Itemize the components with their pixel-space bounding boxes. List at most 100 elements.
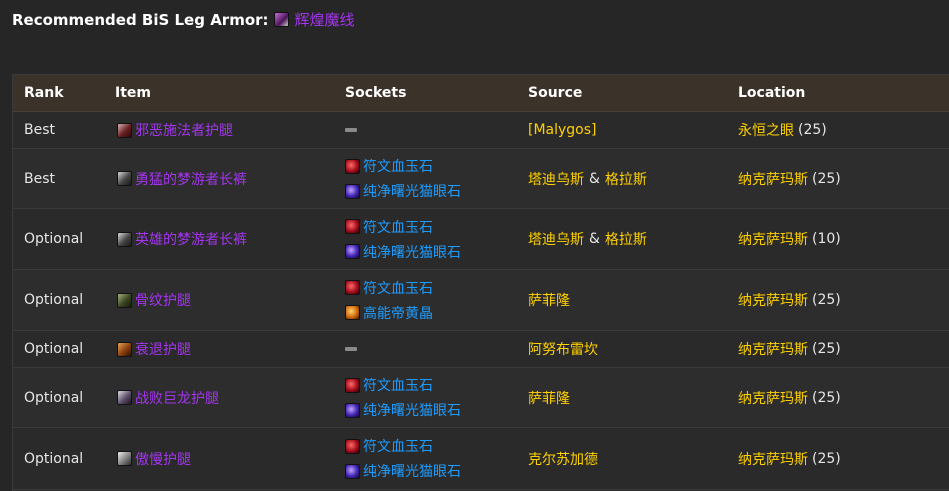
table-row: Optional 傲慢护腿 符文血玉石 纯净曙光猫眼石 克尔苏加德 纳克萨玛斯(… bbox=[13, 428, 949, 490]
rank-cell: Optional bbox=[24, 331, 83, 367]
gem-link[interactable]: 纯净曙光猫眼石 bbox=[363, 181, 461, 201]
item-link[interactable]: 邪恶施法者护腿 bbox=[135, 120, 233, 140]
arrogance-leggings-icon[interactable] bbox=[117, 451, 132, 466]
location-size: (25) bbox=[812, 389, 841, 406]
rank-cell: Best bbox=[24, 149, 55, 208]
table-row: Best 邪恶施法者护腿 [Malygos] 永恒之眼 (25) bbox=[13, 112, 949, 149]
ampersand: & bbox=[589, 231, 600, 247]
location-link[interactable]: 纳克萨玛斯 bbox=[738, 339, 808, 359]
rank-text: Optional bbox=[24, 341, 84, 357]
rank-text: Best bbox=[24, 122, 56, 138]
red-gem-icon[interactable] bbox=[345, 377, 360, 393]
source-cell: 塔迪乌斯 & 格拉斯 bbox=[528, 149, 647, 208]
sockets-cell: 符文血玉石 纯净曙光猫眼石 bbox=[345, 428, 461, 489]
source-link[interactable]: 阿努布雷坎 bbox=[528, 339, 598, 359]
location-size: (25) bbox=[812, 450, 841, 467]
location-link[interactable]: 纳克萨玛斯 bbox=[738, 449, 808, 469]
sockets-cell: 符文血玉石 纯净曙光猫眼石 bbox=[345, 368, 461, 427]
source-link[interactable]: 萨菲隆 bbox=[528, 290, 570, 310]
heading-label: Recommended BiS Leg Armor: bbox=[12, 10, 269, 29]
location-size: (25) bbox=[798, 122, 827, 138]
gem-link[interactable]: 符文血玉石 bbox=[363, 217, 433, 237]
gem-link[interactable]: 符文血玉石 bbox=[363, 156, 433, 176]
item-cell: 战败巨龙护腿 bbox=[117, 368, 219, 427]
no-sockets-dash bbox=[345, 128, 357, 132]
location-link[interactable]: 纳克萨玛斯 bbox=[738, 388, 808, 408]
item-link[interactable]: 战败巨龙护腿 bbox=[135, 388, 219, 408]
purple-gem-icon[interactable] bbox=[345, 463, 360, 479]
item-link[interactable]: 衰退护腿 bbox=[135, 339, 191, 359]
item-link[interactable]: 英雄的梦游者长裤 bbox=[135, 229, 247, 249]
location-size: (10) bbox=[812, 231, 841, 247]
pants-icon[interactable] bbox=[117, 171, 132, 186]
source-link[interactable]: 克尔苏加德 bbox=[528, 449, 598, 469]
location-link[interactable]: 纳克萨玛斯 bbox=[738, 229, 808, 249]
rank-text: Optional bbox=[24, 231, 84, 247]
purple-gem-icon[interactable] bbox=[345, 402, 360, 418]
red-gem-icon[interactable] bbox=[345, 158, 360, 174]
gem-link[interactable]: 符文血玉石 bbox=[363, 278, 433, 298]
source-link-2[interactable]: 格拉斯 bbox=[605, 169, 647, 189]
red-gem-icon[interactable] bbox=[345, 438, 360, 454]
item-cell: 勇猛的梦游者长裤 bbox=[117, 149, 247, 208]
source-link[interactable]: 塔迪乌斯 bbox=[528, 169, 584, 189]
gem-link[interactable]: 高能帝黄晶 bbox=[363, 303, 433, 323]
location-size: (25) bbox=[812, 292, 841, 308]
sockets-cell: 符文血玉石 高能帝黄晶 bbox=[345, 270, 433, 330]
item-cell: 傲慢护腿 bbox=[117, 428, 191, 489]
enchant-spellthread-icon[interactable] bbox=[273, 12, 289, 27]
source-link-2[interactable]: 格拉斯 bbox=[605, 229, 647, 249]
source-cell: 塔迪乌斯 & 格拉斯 bbox=[528, 209, 647, 269]
red-gem-icon[interactable] bbox=[345, 219, 360, 234]
rank-text: Best bbox=[24, 170, 56, 187]
location-cell: 纳克萨玛斯 (25) bbox=[738, 428, 841, 489]
table-header: Rank Item Sockets Source Location bbox=[13, 75, 949, 112]
table-row: Optional 英雄的梦游者长裤 符文血玉石 纯净曙光猫眼石 塔迪乌斯 & 格拉斯… bbox=[13, 209, 949, 270]
column-header-source: Source bbox=[528, 85, 583, 101]
enchant-link[interactable]: 辉煌魔线 bbox=[295, 9, 355, 30]
source-link[interactable]: 塔迪乌斯 bbox=[528, 229, 584, 249]
source-cell: 萨菲隆 bbox=[528, 368, 570, 427]
gem-link[interactable]: 纯净曙光猫眼石 bbox=[363, 400, 461, 420]
location-link[interactable]: 纳克萨玛斯 bbox=[738, 290, 808, 310]
rank-cell: Optional bbox=[24, 428, 83, 489]
bis-heading: Recommended BiS Leg Armor: 辉煌魔线 bbox=[12, 9, 355, 30]
item-link[interactable]: 傲慢护腿 bbox=[135, 449, 191, 469]
table-row: Optional 衰退护腿 阿努布雷坎 纳克萨玛斯 (25) bbox=[13, 331, 949, 368]
item-link[interactable]: 勇猛的梦游者长裤 bbox=[135, 169, 247, 189]
sockets-cell bbox=[345, 331, 357, 367]
item-cell: 邪恶施法者护腿 bbox=[117, 112, 233, 148]
source-cell: 萨菲隆 bbox=[528, 270, 570, 330]
dragon-leggings-icon[interactable] bbox=[117, 390, 132, 405]
gem-link[interactable]: 纯净曙光猫眼石 bbox=[363, 461, 461, 481]
ampersand: & bbox=[589, 170, 600, 187]
gem-link[interactable]: 符文血玉石 bbox=[363, 436, 433, 456]
table-row: Best 勇猛的梦游者长裤 符文血玉石 纯净曙光猫眼石 塔迪乌斯 & 格拉斯 纳克萨… bbox=[13, 149, 949, 209]
item-link[interactable]: 骨纹护腿 bbox=[135, 290, 191, 310]
leggings-icon[interactable] bbox=[117, 122, 132, 138]
rank-cell: Optional bbox=[24, 209, 83, 269]
purple-gem-icon[interactable] bbox=[345, 244, 360, 259]
source-link[interactable]: 萨菲隆 bbox=[528, 388, 570, 408]
item-cell: 衰退护腿 bbox=[117, 331, 191, 367]
rank-cell: Best bbox=[24, 112, 55, 148]
location-link[interactable]: 纳克萨玛斯 bbox=[738, 169, 808, 189]
gem-link[interactable]: 符文血玉石 bbox=[363, 375, 433, 395]
source-link[interactable]: [Malygos] bbox=[528, 122, 597, 138]
location-link[interactable]: 永恒之眼 bbox=[738, 120, 794, 140]
location-cell: 纳克萨玛斯 (25) bbox=[738, 368, 841, 427]
item-cell: 骨纹护腿 bbox=[117, 270, 191, 330]
location-cell: 纳克萨玛斯 (25) bbox=[738, 149, 841, 208]
sockets-cell: 符文血玉石 纯净曙光猫眼石 bbox=[345, 209, 461, 269]
red-gem-icon[interactable] bbox=[345, 280, 360, 295]
bone-leggings-icon[interactable] bbox=[117, 292, 132, 308]
location-cell: 纳克萨玛斯 (10) bbox=[738, 209, 841, 269]
pants-icon[interactable] bbox=[117, 231, 132, 247]
orange-gem-icon[interactable] bbox=[345, 305, 360, 320]
purple-gem-icon[interactable] bbox=[345, 183, 360, 199]
source-cell: [Malygos] bbox=[528, 112, 597, 148]
sockets-cell: 符文血玉石 纯净曙光猫眼石 bbox=[345, 149, 461, 208]
gem-link[interactable]: 纯净曙光猫眼石 bbox=[363, 242, 461, 262]
decay-leggings-icon[interactable] bbox=[117, 341, 132, 357]
table-row: Optional 战败巨龙护腿 符文血玉石 纯净曙光猫眼石 萨菲隆 纳克萨玛斯(… bbox=[13, 368, 949, 428]
